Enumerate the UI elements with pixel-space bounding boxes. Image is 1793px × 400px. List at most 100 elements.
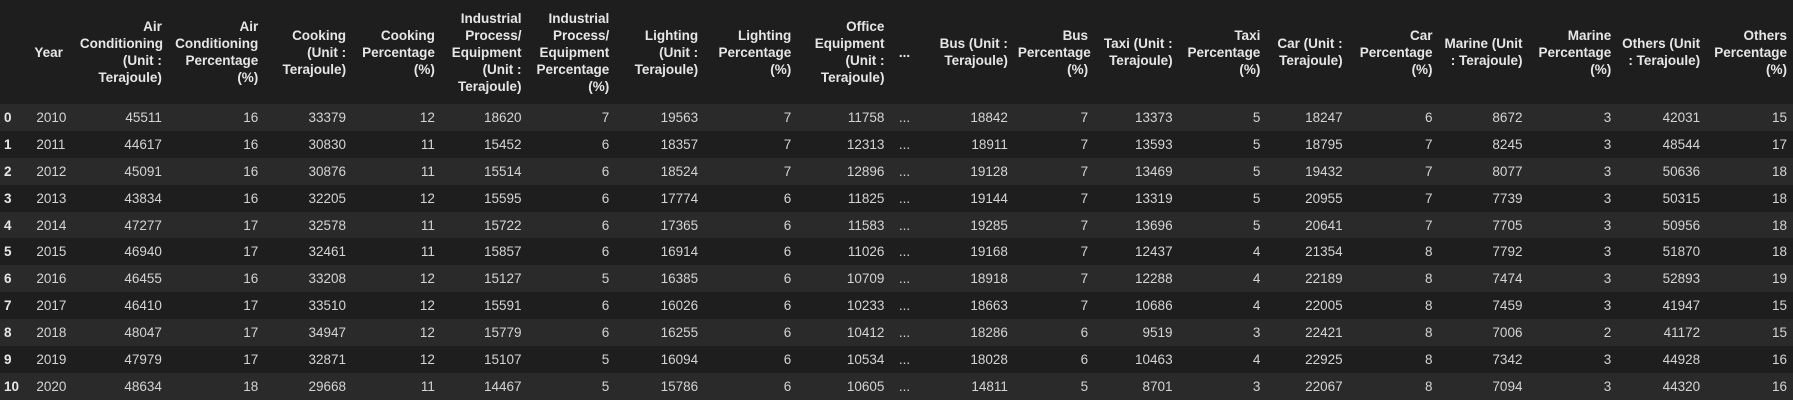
table-cell: 5 — [1178, 211, 1267, 239]
table-cell: 17774 — [615, 184, 705, 212]
row-index: 7 — [0, 292, 31, 320]
table-cell: 7 — [1013, 157, 1095, 185]
table-cell: 19563 — [615, 104, 705, 131]
table-cell: 6 — [1013, 319, 1095, 347]
table-cell: 7 — [1013, 104, 1095, 131]
table-cell: 18620 — [440, 104, 528, 131]
table-cell: 3 — [1528, 372, 1618, 400]
table-cell: 6 — [1348, 104, 1439, 131]
table-cell: 8 — [1348, 319, 1439, 347]
table-cell: 2016 — [30, 265, 76, 293]
table-cell: 12 — [352, 184, 441, 212]
table-cell: 2012 — [30, 157, 76, 185]
table-cell: 6 — [704, 372, 798, 400]
table-cell: 5 — [1178, 157, 1267, 185]
table-cell: 19432 — [1266, 157, 1349, 185]
table-cell: 6 — [704, 292, 798, 320]
table-cell: 10534 — [797, 346, 891, 373]
table-cell: 6 — [527, 319, 616, 347]
table-cell: 5 — [1178, 184, 1267, 212]
table-cell: 17 — [167, 292, 265, 320]
table-cell: 3 — [1178, 372, 1267, 400]
table-cell: 3 — [1528, 130, 1618, 158]
ellipsis-cell: ... — [890, 130, 919, 158]
table-cell: 19168 — [918, 238, 1014, 266]
table-cell: 3 — [1528, 265, 1618, 293]
table-cell: 6 — [704, 238, 798, 266]
table-cell: 18911 — [918, 130, 1014, 158]
table-cell: 15786 — [615, 372, 705, 400]
table-cell: 7705 — [1438, 211, 1529, 239]
table-cell: 6 — [704, 319, 798, 347]
table-cell: 12 — [352, 265, 441, 293]
table-cell: 11 — [352, 238, 441, 266]
table-cell: 7 — [1013, 292, 1095, 320]
table-cell: 13593 — [1094, 130, 1179, 158]
table-cell: 19285 — [918, 211, 1014, 239]
column-header-ellipsis: ... — [890, 0, 919, 104]
table-cell: 30876 — [264, 157, 353, 185]
table-cell: 13469 — [1094, 157, 1179, 185]
table-cell: 7 — [704, 104, 798, 131]
table-cell: 2015 — [30, 238, 76, 266]
table-cell: 44320 — [1617, 372, 1707, 400]
table-row: 2 2012 45091 16 30876 11 15514 6 18524 7 12896... 1… — [0, 157, 1793, 185]
table-cell: 48047 — [75, 319, 168, 347]
table-cell: 32461 — [264, 238, 353, 266]
table-cell: 3 — [1528, 238, 1618, 266]
row-index: 5 — [0, 238, 31, 266]
table-cell: 14811 — [918, 372, 1014, 400]
table-cell: 45091 — [75, 157, 168, 185]
table-cell: 15452 — [440, 130, 528, 158]
table-cell: 16094 — [615, 346, 705, 373]
table-row: 5 2015 46940 17 32461 11 15857 6 16914 6 11026... 1… — [0, 238, 1793, 266]
table-cell: 7 — [1013, 238, 1095, 266]
table-cell: 18286 — [918, 319, 1014, 347]
table-cell: 42031 — [1617, 104, 1707, 131]
table-cell: 7 — [1348, 157, 1439, 185]
table-cell: 11 — [352, 372, 441, 400]
table-cell: 18842 — [918, 104, 1014, 131]
column-header: Marine (Unit : Terajoule) — [1438, 0, 1529, 104]
table-cell: 12896 — [797, 157, 891, 185]
table-cell: 4 — [1178, 238, 1267, 266]
table-cell: 18 — [1706, 184, 1793, 212]
table-cell: 51870 — [1617, 238, 1707, 266]
table-cell: 18028 — [918, 346, 1014, 373]
table-cell: 15107 — [440, 346, 528, 373]
table-row: 9 2019 47979 17 32871 12 15107 5 16094 6 10534... 1… — [0, 346, 1793, 373]
column-header: Industrial Process/ Equipment (Unit : Te… — [440, 0, 528, 104]
column-header: Car (Unit : Terajoule) — [1266, 0, 1349, 104]
row-index: 0 — [0, 104, 31, 131]
table-cell: 6 — [704, 346, 798, 373]
table-cell: 11583 — [797, 211, 891, 239]
table-cell: 13319 — [1094, 184, 1179, 212]
table-cell: 16914 — [615, 238, 705, 266]
table-cell: 46940 — [75, 238, 168, 266]
table-cell: 33208 — [264, 265, 353, 293]
table-cell: 16 — [1706, 372, 1793, 400]
table-row: 0 2010 45511 16 33379 12 18620 7 19563 7 11758... 1… — [0, 104, 1793, 131]
column-header: Air Conditioning (Unit : Terajoule) — [75, 0, 168, 104]
table-cell: 12288 — [1094, 265, 1179, 293]
table-cell: 15779 — [440, 319, 528, 347]
table-row: 4 2014 47277 17 32578 11 15722 6 17365 6 11583... 1… — [0, 211, 1793, 239]
table-cell: 7 — [1348, 130, 1439, 158]
column-header: Taxi Percentage (%) — [1178, 0, 1267, 104]
ellipsis-cell: ... — [890, 372, 919, 400]
table-cell: 22925 — [1266, 346, 1349, 373]
table-body: 0 2010 45511 16 33379 12 18620 7 19563 7 11758... 1… — [0, 104, 1793, 400]
column-header: Air Conditioning Percentage (%) — [167, 0, 265, 104]
table-cell: 8 — [1348, 346, 1439, 373]
table-cell: 47979 — [75, 346, 168, 373]
table-cell: 7 — [704, 157, 798, 185]
table-cell: 4 — [1178, 265, 1267, 293]
table-cell: 46410 — [75, 292, 168, 320]
table-cell: 5 — [1178, 130, 1267, 158]
ellipsis-cell: ... — [890, 211, 919, 239]
table-cell: 3 — [1528, 292, 1618, 320]
row-index: 3 — [0, 184, 31, 212]
table-cell: 15591 — [440, 292, 528, 320]
table-cell: 20955 — [1266, 184, 1349, 212]
table-row: 1 2011 44617 16 30830 11 15452 6 18357 7 12313... 1… — [0, 130, 1793, 158]
